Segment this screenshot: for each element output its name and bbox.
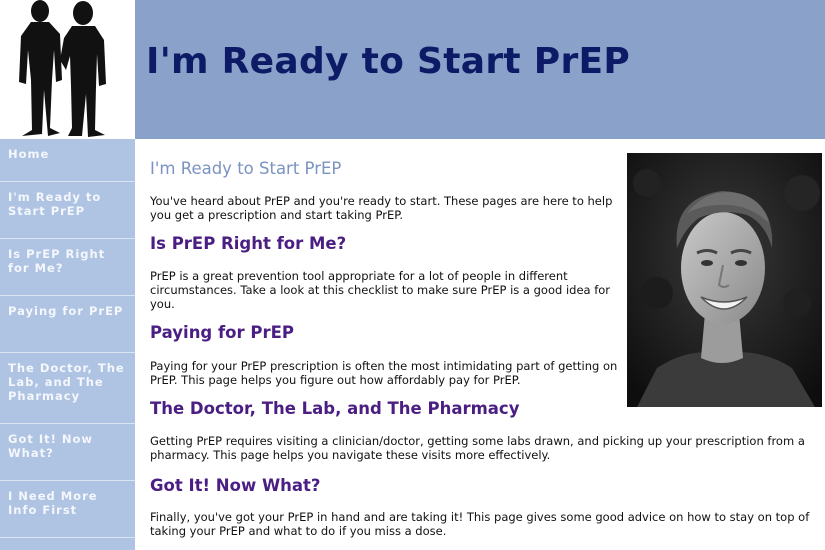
two-men-silhouette-icon	[19, 0, 106, 137]
logo-silhouette	[0, 0, 135, 139]
hero-photo	[627, 153, 822, 407]
sidebar-nav: Home I'm Ready to Start PrEP Is PrEP Rig…	[0, 139, 135, 550]
smiling-man-photo-icon	[627, 153, 822, 407]
nav-item-right-for-me[interactable]: Is PrEP Right for Me?	[0, 239, 135, 296]
section-title-paying: Paying for PrEP	[150, 323, 294, 342]
section-body-now-what: Finally, you've got your PrEP in hand an…	[150, 510, 810, 538]
intro-text: You've heard about PrEP and you're ready…	[150, 194, 613, 222]
nav-item-ready-to-start[interactable]: I'm Ready to Start PrEP	[0, 182, 135, 239]
section-title-doctor-lab-pharmacy: The Doctor, The Lab, and The Pharmacy	[150, 399, 520, 418]
site-title: I'm Ready to Start PrEP	[146, 41, 631, 82]
section-title-right-for-me: Is PrEP Right for Me?	[150, 234, 347, 253]
section-body-paying: Paying for your PrEP prescription is oft…	[150, 359, 618, 387]
nav-item-now-what[interactable]: Got It! Now What?	[0, 424, 135, 481]
page-heading: I'm Ready to Start PrEP	[150, 159, 342, 178]
nav-item-home[interactable]: Home	[0, 139, 135, 182]
header-banner: I'm Ready to Start PrEP	[135, 0, 825, 139]
nav-item-paying[interactable]: Paying for PrEP	[0, 296, 135, 353]
section-body-right-for-me: PrEP is a great prevention tool appropri…	[150, 269, 611, 311]
section-body-doctor-lab-pharmacy: Getting PrEP requires visiting a clinici…	[150, 434, 805, 462]
section-title-now-what: Got It! Now What?	[150, 476, 321, 495]
nav-item-more-info[interactable]: I Need More Info First	[0, 481, 135, 538]
nav-item-doctor-lab-pharmacy[interactable]: The Doctor, The Lab, and The Pharmacy	[0, 353, 135, 424]
